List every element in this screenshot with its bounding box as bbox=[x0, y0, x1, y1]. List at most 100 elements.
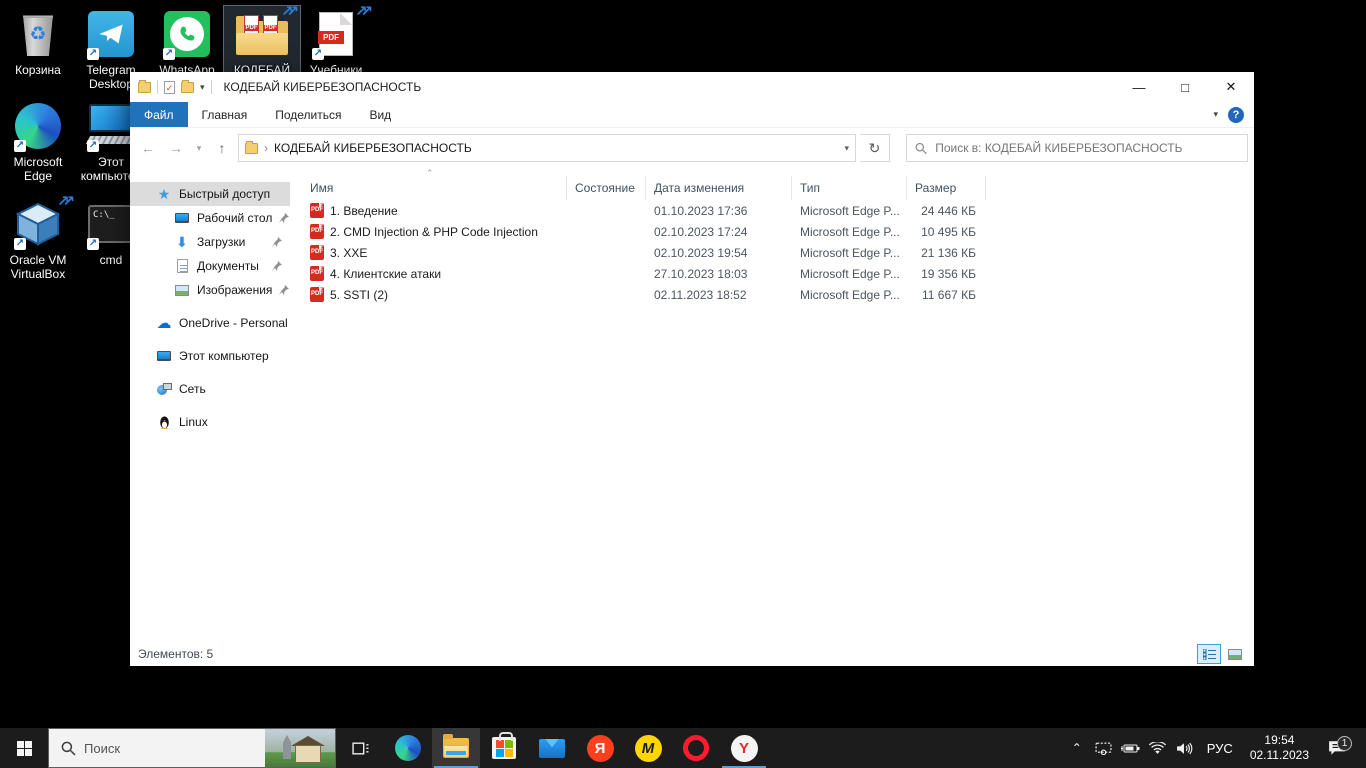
file-row[interactable]: PDF1. Введение 01.10.2023 17:36 Microsof… bbox=[290, 200, 1254, 221]
pdf-icon: PDF bbox=[310, 203, 324, 218]
shortcut-arrow-icon: ↗ bbox=[87, 238, 99, 250]
search-icon bbox=[915, 142, 927, 155]
sidebar-item-onedrive[interactable]: ☁ OneDrive - Personal bbox=[130, 311, 290, 335]
virtualbox-icon: ↗↗ ↗ bbox=[0, 196, 76, 252]
file-type: Microsoft Edge P... bbox=[792, 267, 907, 281]
desktop-icon-edge[interactable]: ↗ Microsoft Edge bbox=[0, 98, 76, 184]
recycle-bin-icon: ♻ bbox=[0, 6, 76, 62]
desktop-icon-uchebniki[interactable]: PDF ↗↗ ↗ Учебники bbox=[298, 6, 374, 78]
forward-button[interactable]: → bbox=[164, 140, 188, 156]
taskbar-amigo[interactable]: M bbox=[624, 728, 672, 768]
address-dropdown-chevron-icon[interactable]: ▾ bbox=[844, 143, 849, 154]
column-header-size[interactable]: Размер bbox=[907, 176, 986, 200]
taskbar-clock[interactable]: 19:54 02.11.2023 bbox=[1244, 733, 1315, 763]
sidebar-item-downloads[interactable]: ⬇ Загрузки bbox=[130, 230, 290, 254]
edge-icon: ↗ bbox=[0, 98, 76, 154]
search-highlight-image[interactable] bbox=[265, 729, 335, 767]
column-header-state[interactable]: Состояние bbox=[567, 176, 646, 200]
status-bar: Элементов: 5 bbox=[130, 642, 1254, 666]
breadcrumb-path[interactable]: КОДЕБАЙ КИБЕРБЕЗОПАСНОСТЬ bbox=[274, 141, 472, 155]
column-header-type[interactable]: Тип bbox=[792, 176, 907, 200]
desktop-folder-icon bbox=[174, 210, 190, 226]
file-name: 1. Введение bbox=[330, 204, 398, 218]
sidebar: ★ Быстрый доступ Рабочий стол ⬇ Загрузки… bbox=[130, 168, 290, 642]
ribbon-expand-chevron-icon[interactable]: ▾ bbox=[1213, 109, 1218, 120]
wifi-icon[interactable] bbox=[1147, 742, 1169, 755]
desktop-icon-whatsapp[interactable]: ↗ WhatsApp bbox=[149, 6, 225, 78]
search-box[interactable] bbox=[906, 134, 1248, 162]
desktop-icon-recycle-bin[interactable]: ♻ Корзина bbox=[0, 6, 76, 78]
thumbnails-view-button[interactable] bbox=[1224, 645, 1246, 663]
taskbar-explorer[interactable] bbox=[432, 728, 480, 768]
sidebar-item-quick-access[interactable]: ★ Быстрый доступ bbox=[130, 182, 290, 206]
pin-icon[interactable] bbox=[279, 213, 289, 223]
connect-display-icon[interactable] bbox=[1093, 742, 1115, 755]
tab-view[interactable]: Вид bbox=[355, 102, 405, 127]
tab-share[interactable]: Поделиться bbox=[261, 102, 355, 127]
maximize-button[interactable]: □ bbox=[1162, 72, 1208, 102]
minimize-button[interactable]: — bbox=[1116, 72, 1162, 102]
action-center-button[interactable]: 1 bbox=[1320, 740, 1354, 756]
battery-icon[interactable] bbox=[1120, 743, 1142, 754]
onedrive-cloud-icon: ☁ bbox=[156, 315, 172, 331]
taskbar-yandex[interactable]: Я bbox=[576, 728, 624, 768]
back-button[interactable]: ← bbox=[136, 140, 160, 156]
sidebar-item-pictures[interactable]: Изображения bbox=[130, 278, 290, 302]
taskbar-opera[interactable] bbox=[672, 728, 720, 768]
sidebar-item-this-pc[interactable]: Этот компьютер bbox=[130, 344, 290, 368]
taskbar: Я M Y ⌃ РУС 19:54 02.11.2023 1 bbox=[0, 728, 1366, 768]
taskbar-store[interactable] bbox=[480, 728, 528, 768]
tab-home[interactable]: Главная bbox=[188, 102, 262, 127]
language-indicator[interactable]: РУС bbox=[1201, 741, 1239, 756]
sidebar-item-documents[interactable]: Документы bbox=[130, 254, 290, 278]
items-count: Элементов: 5 bbox=[138, 647, 213, 661]
refresh-button[interactable]: ↻ bbox=[860, 134, 890, 162]
volume-icon[interactable] bbox=[1174, 742, 1196, 755]
taskbar-edge[interactable] bbox=[384, 728, 432, 768]
search-input[interactable] bbox=[935, 141, 1239, 155]
sync-arrows-icon: ↗↗ bbox=[281, 2, 292, 20]
pictures-icon bbox=[174, 282, 190, 298]
column-header-modified[interactable]: Дата изменения bbox=[646, 176, 792, 200]
sidebar-item-linux[interactable]: Linux bbox=[130, 410, 290, 434]
sidebar-item-label: Изображения bbox=[197, 283, 272, 297]
task-view-button[interactable] bbox=[336, 728, 384, 768]
tab-file[interactable]: Файл bbox=[130, 102, 188, 127]
sync-arrows-icon: ↗↗ bbox=[57, 192, 68, 210]
qat-customize-chevron-icon[interactable]: ▾ bbox=[200, 82, 205, 93]
file-row[interactable]: PDF5. SSTI (2) 02.11.2023 18:52 Microsof… bbox=[290, 284, 1254, 305]
properties-icon[interactable]: ✓ bbox=[164, 81, 175, 94]
close-button[interactable]: ✕ bbox=[1208, 72, 1254, 102]
new-folder-icon[interactable] bbox=[181, 82, 194, 93]
file-row[interactable]: PDF2. CMD Injection & PHP Code Injection… bbox=[290, 221, 1254, 242]
pin-icon[interactable] bbox=[272, 261, 282, 271]
details-view-button[interactable] bbox=[1198, 645, 1220, 663]
column-header-name[interactable]: Имя bbox=[290, 176, 567, 200]
sidebar-item-desktop[interactable]: Рабочий стол bbox=[130, 206, 290, 230]
column-headers: ⌃ Имя Состояние Дата изменения Тип Разме… bbox=[290, 176, 1254, 200]
pin-icon[interactable] bbox=[279, 285, 289, 295]
taskbar-search[interactable] bbox=[48, 728, 336, 768]
address-bar[interactable]: › КОДЕБАЙ КИБЕРБЕЗОПАСНОСТЬ ▾ bbox=[238, 134, 856, 162]
file-row[interactable]: PDF4. Клиентские атаки 27.10.2023 18:03 … bbox=[290, 263, 1254, 284]
recent-locations-chevron-icon[interactable]: ▾ bbox=[192, 143, 206, 154]
window-controls: — □ ✕ bbox=[1116, 72, 1254, 102]
tray-expand-chevron-icon[interactable]: ⌃ bbox=[1066, 741, 1088, 755]
taskbar-search-input[interactable] bbox=[84, 741, 234, 756]
taskbar-yandex-browser[interactable]: Y bbox=[720, 728, 768, 768]
help-button[interactable]: ? bbox=[1228, 107, 1244, 123]
desktop-icon-kodebay[interactable]: PDF PDF ↗↗ КОДЕБАЙ bbox=[224, 6, 300, 78]
taskbar-mail[interactable] bbox=[528, 728, 576, 768]
up-button[interactable]: ↑ bbox=[210, 140, 234, 156]
file-modified: 01.10.2023 17:36 bbox=[646, 204, 792, 218]
sidebar-item-network[interactable]: Сеть bbox=[130, 377, 290, 401]
quick-access-star-icon: ★ bbox=[156, 186, 172, 202]
network-icon bbox=[156, 381, 172, 397]
yandex-browser-icon: Y bbox=[731, 735, 758, 762]
start-button[interactable] bbox=[0, 728, 48, 768]
file-row[interactable]: PDF3. XXE 02.10.2023 19:54 Microsoft Edg… bbox=[290, 242, 1254, 263]
desktop-icon-virtualbox[interactable]: ↗↗ ↗ Oracle VM VirtualBox bbox=[0, 196, 76, 282]
pin-icon[interactable] bbox=[272, 237, 282, 247]
desktop-icon-label: Microsoft Edge bbox=[0, 154, 76, 184]
yandex-icon: Я bbox=[587, 735, 614, 762]
